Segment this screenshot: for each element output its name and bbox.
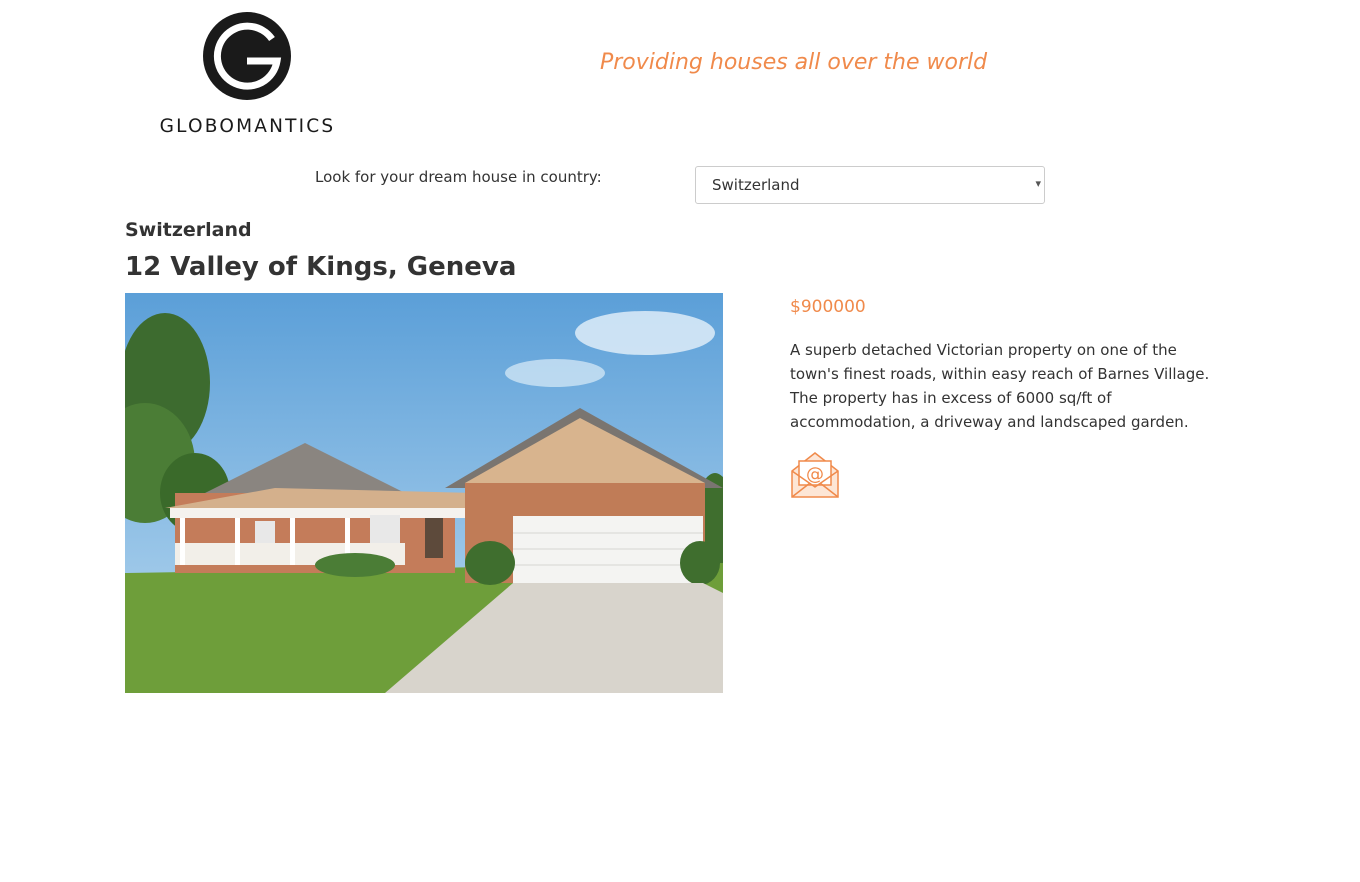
chevron-down-icon: ▾ xyxy=(1035,177,1041,190)
country-search-label: Look for your dream house in country: xyxy=(315,168,602,186)
globomantics-g-icon xyxy=(203,12,291,100)
property-photo xyxy=(125,293,723,693)
globomantics-logo[interactable]: GLOBOMANTICS xyxy=(150,10,345,140)
country-select[interactable]: Switzerland ▾ xyxy=(695,166,1045,204)
tagline: Providing houses all over the world xyxy=(600,50,988,75)
logo-wordmark: GLOBOMANTICS xyxy=(159,116,336,137)
selected-country: Switzerland xyxy=(712,176,800,194)
property-address: 12 Valley of Kings, Geneva xyxy=(125,252,517,282)
country-heading: Switzerland xyxy=(125,219,252,241)
email-envelope-icon[interactable]: @ xyxy=(790,449,840,499)
property-price: $900000 xyxy=(790,297,866,317)
property-description: A superb detached Victorian property on … xyxy=(790,341,1210,431)
